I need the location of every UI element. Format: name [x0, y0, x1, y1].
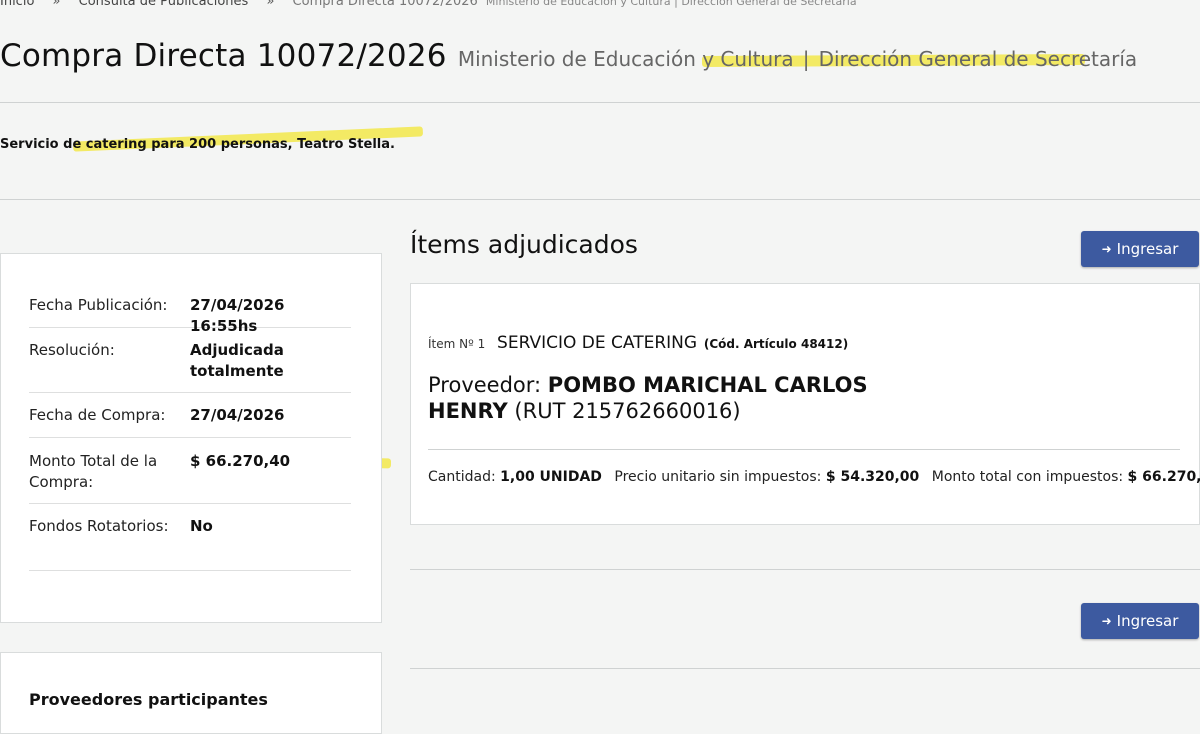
detail-row-resolution: Resolución: Adjudicada totalmente [29, 327, 351, 393]
detail-row-purchase-date: Fecha de Compra: 27/04/2026 [29, 392, 351, 438]
item-code: (Cód. Artículo 48412) [703, 337, 849, 351]
purchase-title: Compra Directa 10072/2026 [0, 38, 447, 74]
breadcrumb-separator: » [52, 0, 61, 9]
divider [428, 449, 1180, 450]
breadcrumb-current: Compra Directa 10072/2026 [292, 0, 478, 9]
breadcrumb-current-org: Ministerio de Educación y Cultura | Dire… [485, 0, 857, 8]
login-button[interactable]: ➜ Ingresar [1081, 603, 1199, 639]
purchase-summary: Servicio de catering para 200 personas, … [0, 137, 395, 152]
quantity-label: Cantidad: [428, 469, 496, 485]
item-number: Ítem Nº 1 [428, 337, 486, 351]
divider [410, 668, 1200, 669]
unit-price-value: $ 54.320,00 [825, 469, 920, 485]
divider [410, 569, 1200, 570]
item-quantities: Cantidad: 1,00 UNIDAD Precio unitario si… [428, 469, 1200, 485]
provider-rut: (RUT 215762660016) [514, 399, 741, 423]
login-button-label: Ingresar [1116, 240, 1179, 258]
sign-in-icon: ➜ [1101, 242, 1112, 256]
detail-label: Fecha Publicación: [29, 296, 168, 314]
divider [0, 199, 1200, 200]
item-header: Ítem Nº 1 SERVICIO DE CATERING (Cód. Art… [428, 333, 848, 353]
breadcrumb-section-link[interactable]: Consulta de Publicaciones [79, 0, 249, 9]
total-with-taxes-label: Monto total con impuestos: [931, 469, 1124, 485]
detail-value: No [190, 517, 213, 535]
detail-row-rotating-funds: Fondos Rotatorios: No [29, 503, 351, 571]
organization-ministry: Ministerio de Educación y Cultura [457, 47, 794, 71]
detail-row-total-amount: Monto Total de la Compra: $ 66.270,40 [29, 437, 351, 504]
detail-label: Resolución: [29, 341, 115, 359]
login-button[interactable]: ➜ Ingresar [1081, 231, 1199, 267]
detail-value: 27/04/2026 [190, 406, 285, 424]
detail-label: Fondos Rotatorios: [29, 517, 169, 535]
quantity-value: 1,00 UNIDAD [500, 469, 602, 485]
breadcrumb-home-link[interactable]: Inicio [0, 0, 34, 9]
participants-title: Proveedores participantes [29, 690, 268, 709]
detail-row-publication-date: Fecha Publicación: 27/04/2026 16:55hs [29, 282, 351, 335]
item-name: SERVICIO DE CATERING [497, 333, 698, 353]
page-title: Compra Directa 10072/2026 Ministerio de … [0, 38, 1137, 74]
divider [0, 102, 1200, 103]
detail-label: Monto Total de la Compra: [29, 452, 158, 491]
breadcrumb-separator: » [266, 0, 275, 9]
login-button-label: Ingresar [1116, 612, 1179, 630]
breadcrumb: Inicio » Consulta de Publicaciones » Com… [0, 0, 857, 9]
organization-separator: | [802, 47, 810, 71]
detail-label: Fecha de Compra: [29, 406, 166, 424]
total-with-taxes-value: $ 66.270,40 [1127, 469, 1200, 485]
unit-price-label: Precio unitario sin impuestos: [614, 469, 822, 485]
provider-info: Proveedor: POMBO MARICHAL CARLOS HENRY (… [428, 372, 868, 424]
sign-in-icon: ➜ [1101, 614, 1112, 628]
organization-direction: Dirección General de Secretaría [818, 47, 1138, 71]
detail-value: Adjudicada totalmente [190, 341, 284, 380]
detail-value: $ 66.270,40 [190, 452, 291, 470]
section-title-items: Ítems adjudicados [410, 230, 638, 259]
provider-label: Proveedor: [428, 373, 542, 397]
